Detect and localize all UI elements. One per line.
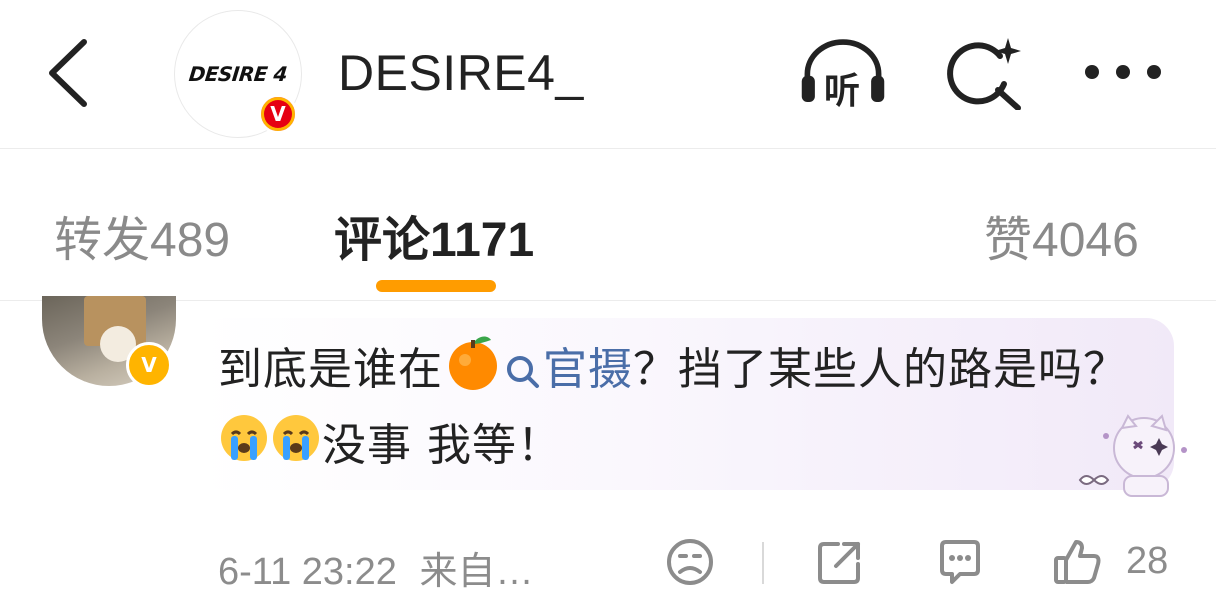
- reply-comment-icon[interactable]: [934, 536, 986, 588]
- like-thumb-icon[interactable]: [1052, 536, 1104, 588]
- search-sparkle-icon[interactable]: [940, 34, 1030, 110]
- active-tab-indicator: [376, 280, 496, 292]
- tab-bar: 转发489 评论1171 赞4046: [0, 150, 1216, 300]
- page-title[interactable]: DESIRE4_: [338, 44, 584, 102]
- comment-text[interactable]: 到底是谁在 官摄？挡了某些人的路是吗？ 没事 我等！: [218, 332, 1158, 484]
- header-divider: [0, 148, 1216, 149]
- comment-meta: 6-11 23:22 来自…: [218, 540, 533, 595]
- tabs-divider: [0, 300, 1216, 301]
- share-icon[interactable]: [814, 536, 866, 588]
- comment-source[interactable]: 来自…: [419, 551, 533, 593]
- listen-label: 听: [824, 71, 861, 112]
- tab-likes[interactable]: 赞4046: [984, 200, 1139, 270]
- back-icon[interactable]: [40, 36, 100, 110]
- crying-emoji: [218, 412, 270, 484]
- footer-separator: [762, 542, 764, 584]
- like-count: 28: [1126, 540, 1169, 582]
- tab-reposts[interactable]: 转发489: [54, 200, 230, 270]
- crying-emoji: [270, 412, 322, 484]
- more-dots-icon[interactable]: [1078, 34, 1168, 110]
- comment-item[interactable]: V 到底是谁在 官摄？挡了某些人的路是吗？ 没事 我等！ 6-11 23:22 来自…: [0, 296, 1216, 615]
- tab-comments-label: 评论: [334, 214, 431, 267]
- tab-comments[interactable]: 评论1171: [334, 200, 534, 270]
- comment-footer: 6-11 23:22 来自… 28: [0, 538, 1216, 598]
- commenter-verified-badge-icon: V: [126, 342, 172, 388]
- comment-text-part1: 到底是谁在: [218, 344, 443, 395]
- top-bar: DESIRE 4 V DESIRE4_ 听: [0, 0, 1216, 148]
- tab-reposts-count: 489: [150, 214, 231, 267]
- comment-text-part3: 没事 我等！: [322, 420, 562, 471]
- profile-avatar[interactable]: DESIRE 4 V: [174, 10, 302, 138]
- orange-emoji: [443, 332, 503, 412]
- tab-likes-count: 4046: [1032, 214, 1139, 267]
- cat-bubble-decoration: [1066, 414, 1196, 504]
- avatar-logo-text: DESIRE 4: [187, 62, 289, 86]
- tab-likes-label: 赞: [984, 214, 1033, 267]
- tab-reposts-label: 转发: [54, 214, 151, 267]
- comment-text-part2: ？挡了某些人的路是吗？: [633, 344, 1128, 395]
- dislike-face-icon[interactable]: [664, 536, 716, 588]
- verified-badge-icon: V: [258, 94, 298, 134]
- listen-headphones-icon[interactable]: 听: [798, 34, 888, 112]
- search-link-text: 官摄: [543, 344, 633, 395]
- search-link[interactable]: 官摄: [503, 344, 633, 395]
- tab-comments-count: 1171: [430, 214, 535, 267]
- comment-time: 6-11 23:22: [218, 551, 397, 593]
